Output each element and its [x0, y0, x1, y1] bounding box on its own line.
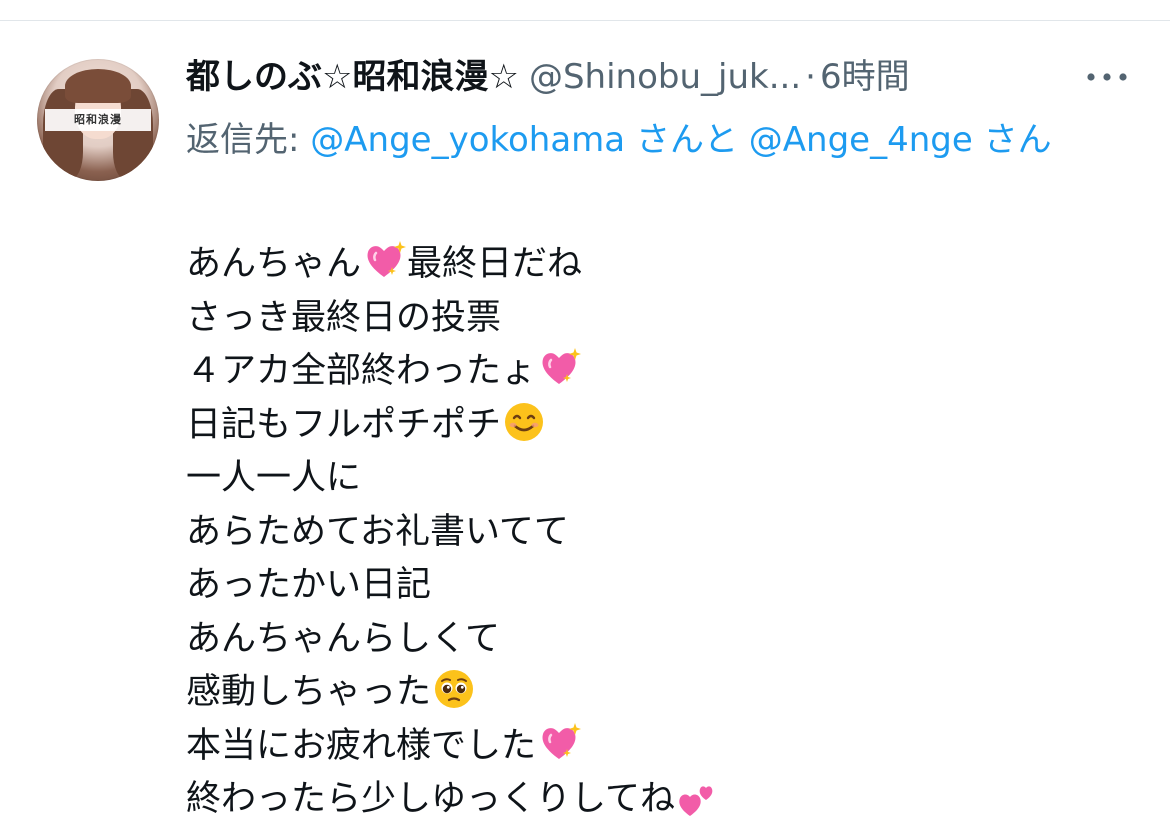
mention-ange-4nge[interactable]: @Ange_4nge	[749, 120, 973, 160]
smiling-face-icon	[505, 402, 544, 441]
sparkling-heart-icon	[542, 348, 582, 384]
tweet-line: 終わったら少しゆっくりしてね	[186, 773, 1146, 827]
tweet-line-text: 一人一人に	[186, 458, 362, 498]
two-hearts-icon	[679, 786, 713, 816]
avatar-caption: 昭和浪漫	[45, 109, 151, 131]
tweet-line-text: あんちゃん	[186, 244, 362, 284]
reply-suffix: さん	[983, 120, 1052, 160]
reply-prefix: 返信先:	[186, 120, 300, 160]
tweet-line-text: 本当にお疲れ様でした	[186, 725, 537, 766]
tweet-line-text: さっき最終日の投票	[186, 297, 502, 338]
separator-dot: ·	[805, 57, 816, 97]
tweet-line-text: ４アカ全部終わったょ	[186, 351, 537, 391]
tweet-line-text-after: 最終日だね	[407, 244, 583, 284]
sparkling-heart-icon	[367, 241, 407, 277]
tweet-line: さっき最終日の投票	[186, 292, 1146, 346]
tweet-line-text: 日記もフルポチポチ	[186, 404, 502, 445]
tweet-line: 日記もフルポチポチ	[186, 399, 1146, 453]
tweet-line-text: 終わったら少しゆっくりしてね	[186, 779, 675, 819]
more-horizontal-icon[interactable]	[1085, 63, 1129, 91]
tweet-line: ４アカ全部終わったょ	[186, 345, 1146, 399]
tweet-line: 本当にお疲れ様でした	[186, 720, 1146, 774]
display-name[interactable]: 都しのぶ☆昭和浪漫☆	[186, 57, 519, 97]
mention-ange-yokohama[interactable]: @Ange_yokohama	[310, 120, 625, 160]
tweet-line-text: あらためてお礼書いてて	[186, 511, 569, 552]
tweet-header: 都しのぶ☆昭和浪漫☆ @Shinobu_juk... · 6時間	[186, 54, 1146, 100]
user-handle[interactable]: @Shinobu_juk...	[529, 57, 801, 97]
avatar-bangs	[65, 69, 131, 103]
tweet-line: あったかい日記	[186, 559, 1146, 613]
timestamp[interactable]: 6時間	[820, 57, 910, 97]
tweet-line-text: あんちゃんらしくて	[186, 618, 500, 659]
tweet-line: 一人一人に	[186, 452, 1146, 506]
sparkling-heart-icon	[542, 722, 582, 759]
tweet-line: あらためてお礼書いてて	[186, 506, 1146, 560]
avatar[interactable]: 昭和浪漫	[37, 59, 159, 181]
top-divider	[0, 20, 1170, 21]
tweet-line: 感動しちゃった	[186, 666, 1146, 720]
pleading-face-icon	[435, 670, 474, 708]
tweet-text: あんちゃん 最終日だね さっき最終日の投票 ４アカ全部終わったょ 日記もフルポチ…	[186, 238, 1146, 827]
tweet-line: あんちゃん 最終日だね	[186, 238, 1146, 292]
tweet-line: あんちゃんらしくて	[186, 613, 1146, 667]
tweet-line-text: あったかい日記	[186, 565, 432, 605]
tweet-line-text: 感動しちゃった	[186, 672, 432, 712]
reply-joiner: さんと	[635, 120, 738, 160]
reply-to: 返信先: @Ange_yokohama さんと @Ange_4nge さん	[186, 112, 1126, 168]
